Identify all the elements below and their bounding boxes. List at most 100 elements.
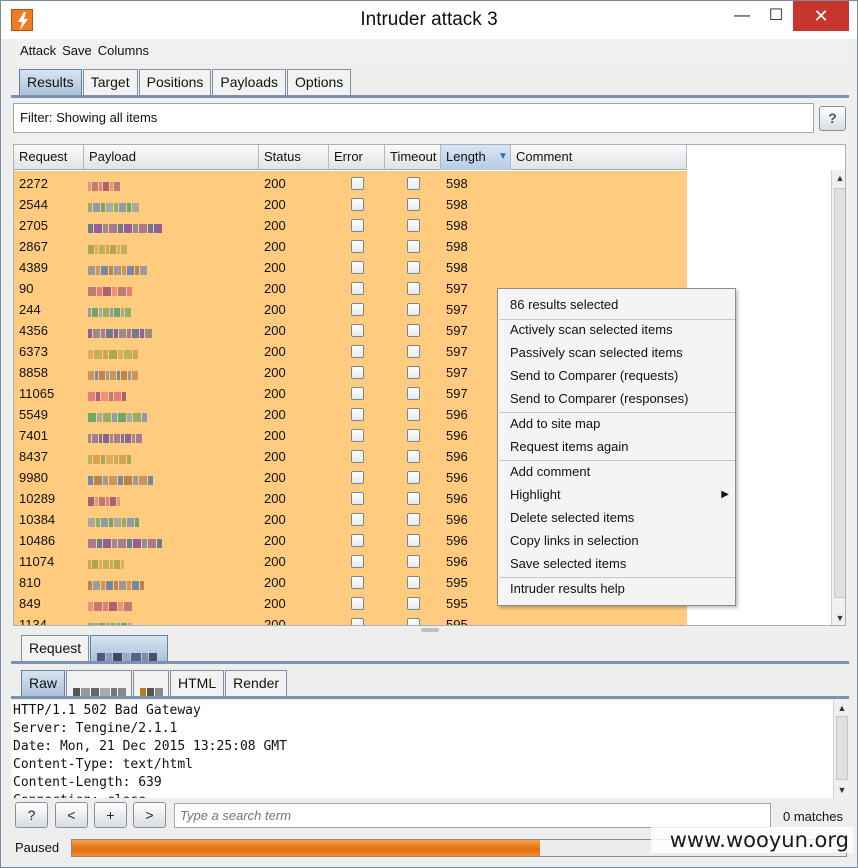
scroll-thumb[interactable] [834, 188, 845, 598]
cell-length: 598 [446, 239, 468, 254]
search-input[interactable] [174, 803, 771, 828]
timeout-checkbox [407, 282, 420, 295]
tab-request[interactable]: Request [21, 635, 90, 662]
cell-length: 595 [446, 617, 468, 626]
scroll-down-icon[interactable]: ▼ [834, 782, 849, 798]
menu-item-comparer-requests[interactable]: Send to Comparer (requests) [510, 365, 678, 387]
column-status[interactable]: Status [259, 145, 329, 170]
timeout-checkbox [407, 261, 420, 274]
menu-item-active-scan[interactable]: Actively scan selected items [510, 319, 673, 341]
tab-underline [11, 661, 849, 664]
error-checkbox [351, 324, 364, 337]
submenu-arrow-icon: ▶ [721, 489, 729, 500]
menu-item-copy-links[interactable]: Copy links in selection [510, 530, 639, 552]
table-row[interactable]: 4389 200 598 [14, 257, 687, 278]
maximize-button[interactable]: ☐ [757, 1, 795, 31]
tab-headers[interactable] [66, 670, 133, 697]
tab-response[interactable] [90, 635, 169, 662]
timeout-checkbox [407, 408, 420, 421]
filter-help-button[interactable]: ? [819, 106, 846, 131]
menu-item-save-items[interactable]: Save selected items [510, 553, 626, 575]
redacted-payload [88, 599, 133, 611]
cell-length: 596 [446, 428, 468, 443]
cell-request: 10289 [19, 491, 56, 506]
tab-hex[interactable] [133, 670, 170, 697]
menu-item-highlight-label: Highlight [510, 487, 561, 502]
timeout-checkbox [407, 429, 420, 442]
menu-columns[interactable]: Columns [95, 39, 152, 63]
menu-item-passive-scan[interactable]: Passively scan selected items [510, 342, 683, 364]
table-row[interactable]: 2544 200 598 [14, 194, 687, 215]
tab-html[interactable]: HTML [170, 670, 225, 697]
menu-attack[interactable]: Attack [17, 39, 59, 63]
table-scrollbar[interactable]: ▲ ▼ [831, 170, 845, 625]
table-row[interactable]: 1134 200 595 [14, 614, 687, 626]
cell-length: 598 [446, 218, 468, 233]
redacted-label [73, 680, 127, 697]
search-next-button[interactable]: > [133, 802, 166, 828]
redacted-payload [88, 452, 132, 464]
scroll-down-icon[interactable]: ▼ [832, 610, 845, 625]
response-scrollbar[interactable]: ▲ ▼ [833, 700, 849, 798]
menu-item-comparer-responses[interactable]: Send to Comparer (responses) [510, 388, 688, 410]
column-error[interactable]: Error [329, 145, 385, 170]
cell-status: 200 [264, 365, 286, 380]
table-row[interactable]: 2867 200 598 [14, 236, 687, 257]
error-checkbox [351, 576, 364, 589]
cell-request: 2544 [19, 197, 48, 212]
menu-item-add-comment[interactable]: Add comment [510, 461, 590, 483]
redacted-payload [88, 473, 154, 485]
scroll-up-icon[interactable]: ▲ [832, 170, 845, 186]
search-prev-button[interactable]: < [55, 802, 88, 828]
context-menu-header: 86 results selected [510, 297, 619, 312]
redacted-payload [88, 536, 163, 548]
cell-length: 598 [446, 260, 468, 275]
menu-item-add-site-map[interactable]: Add to site map [510, 413, 600, 435]
scroll-up-icon[interactable]: ▲ [834, 700, 849, 716]
table-row[interactable]: 2272 200 598 [14, 173, 687, 194]
error-checkbox [351, 408, 364, 421]
menu-item-highlight[interactable]: Highlight ▶ [510, 484, 735, 506]
filter-bar[interactable]: Filter: Showing all items [13, 103, 814, 133]
menu-item-delete[interactable]: Delete selected items [510, 507, 634, 529]
menu-save[interactable]: Save [59, 39, 95, 63]
cell-request: 10486 [19, 533, 56, 548]
cell-status: 200 [264, 533, 286, 548]
tab-options[interactable]: Options [287, 69, 352, 96]
tab-target[interactable]: Target [82, 69, 138, 96]
search-options-button[interactable]: + [94, 802, 127, 828]
minimize-button[interactable]: — [723, 1, 761, 31]
tab-positions[interactable]: Positions [138, 69, 212, 96]
timeout-checkbox [407, 597, 420, 610]
close-button[interactable]: ✕ [793, 1, 849, 31]
menu-item-request-again[interactable]: Request items again [510, 436, 629, 458]
column-timeout[interactable]: Timeout [385, 145, 441, 170]
split-handle[interactable] [421, 628, 439, 632]
timeout-checkbox [407, 198, 420, 211]
response-raw-view[interactable]: HTTP/1.1 502 Bad Gateway Server: Tengine… [11, 700, 849, 798]
table-row[interactable]: 2705 200 598 [14, 215, 687, 236]
error-checkbox [351, 471, 364, 484]
tab-raw[interactable]: Raw [21, 670, 66, 697]
column-payload[interactable]: Payload [84, 145, 259, 170]
cell-request: 10384 [19, 512, 56, 527]
column-request[interactable]: Request [14, 145, 84, 170]
tab-results[interactable]: Results [19, 69, 82, 96]
redacted-payload [88, 389, 127, 401]
redacted-payload [88, 578, 145, 590]
timeout-checkbox [407, 450, 420, 463]
cell-request: 2867 [19, 239, 48, 254]
tab-render[interactable]: Render [225, 670, 288, 697]
cell-length: 598 [446, 197, 468, 212]
search-help-button[interactable]: ? [15, 802, 48, 828]
scroll-thumb[interactable] [836, 716, 848, 780]
redacted-payload [88, 242, 128, 254]
timeout-checkbox [407, 555, 420, 568]
cell-status: 200 [264, 617, 286, 626]
cell-length: 597 [446, 323, 468, 338]
column-length[interactable]: Length ▼ [441, 145, 511, 170]
column-comment[interactable]: Comment [511, 145, 687, 170]
cell-request: 11065 [19, 386, 55, 401]
menu-item-help[interactable]: Intruder results help [510, 578, 625, 600]
tab-payloads[interactable]: Payloads [212, 69, 287, 96]
